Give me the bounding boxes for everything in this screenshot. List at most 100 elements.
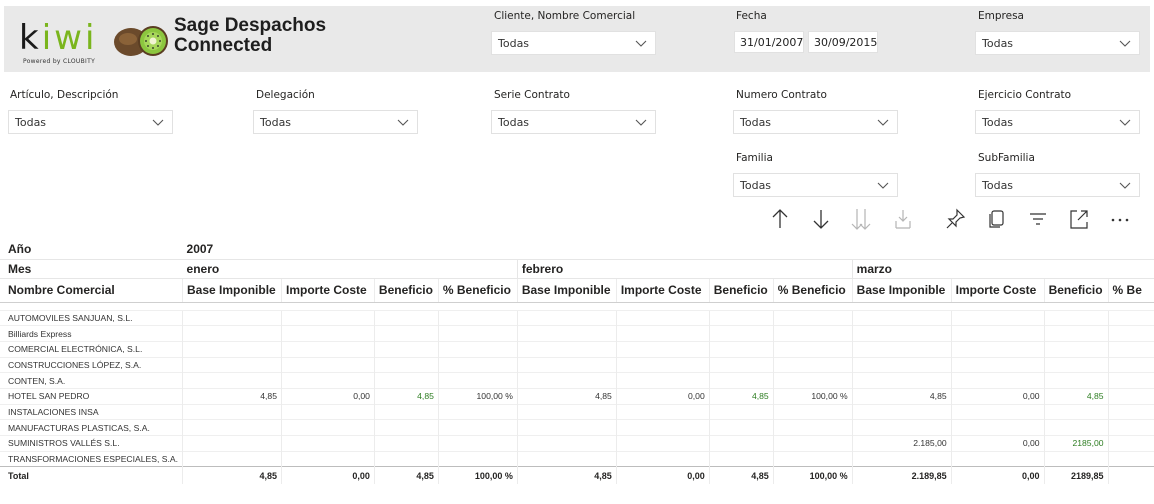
value-cell[interactable] (437, 450, 518, 467)
value-cell[interactable] (772, 325, 853, 342)
value-cell[interactable] (772, 450, 853, 467)
value-cell[interactable] (516, 403, 617, 420)
value-cell[interactable] (516, 325, 617, 342)
month-header-marzo[interactable]: marzo (851, 259, 1154, 279)
value-cell[interactable] (615, 372, 710, 389)
value-cell[interactable] (708, 356, 774, 373)
value-cell[interactable] (1107, 325, 1154, 342)
value-cell[interactable] (615, 419, 710, 436)
value-cell[interactable] (280, 403, 375, 420)
column-header-base-imponible[interactable]: Base Imponible (182, 278, 282, 303)
table-row[interactable]: COMERCIAL ELECTRÓNICA, S.L. (0, 340, 1154, 358)
value-cell[interactable] (851, 340, 952, 358)
value-cell[interactable] (516, 372, 617, 389)
row-name-cell[interactable]: CONSTRUCCIONES LÓPEZ, S.A. (0, 356, 183, 373)
value-cell[interactable] (437, 325, 518, 342)
value-cell[interactable] (708, 309, 774, 326)
value-cell[interactable] (1043, 325, 1109, 342)
value-cell[interactable] (373, 340, 439, 358)
table-row[interactable]: MANUFACTURAS PLASTICAS, S.A. (0, 419, 1154, 436)
value-cell[interactable] (437, 372, 518, 389)
value-cell[interactable] (280, 309, 375, 326)
value-cell[interactable] (851, 403, 952, 420)
value-cell[interactable] (182, 325, 282, 342)
month-header-enero[interactable]: enero (182, 259, 518, 279)
table-row[interactable]: CONSTRUCCIONES LÓPEZ, S.A. (0, 356, 1154, 373)
value-cell[interactable] (516, 419, 617, 436)
value-cell[interactable]: 100,00 % (772, 387, 853, 405)
value-cell[interactable] (373, 419, 439, 436)
value-cell[interactable] (1107, 419, 1154, 436)
value-cell[interactable] (280, 419, 375, 436)
column-header-importe-coste[interactable]: Importe Coste (615, 278, 710, 303)
value-cell[interactable] (280, 450, 375, 467)
row-name-cell[interactable]: HOTEL SAN PEDRO (0, 387, 183, 405)
value-cell[interactable] (182, 450, 282, 467)
value-cell[interactable] (1107, 450, 1154, 467)
row-name-cell[interactable]: Billiards Express (0, 325, 183, 342)
value-cell[interactable] (437, 356, 518, 373)
table-row[interactable]: INSTALACIONES INSA (0, 403, 1154, 420)
value-cell[interactable] (950, 325, 1045, 342)
value-cell[interactable] (851, 309, 952, 326)
serie-dropdown[interactable]: Todas (491, 110, 656, 134)
value-cell[interactable] (615, 325, 710, 342)
value-cell[interactable] (615, 450, 710, 467)
filter-icon[interactable] (1027, 207, 1049, 231)
familia-dropdown[interactable]: Todas (733, 173, 898, 197)
value-cell[interactable] (1043, 340, 1109, 358)
arrow-down-icon[interactable] (810, 207, 832, 231)
value-cell[interactable] (182, 356, 282, 373)
month-header-febrero[interactable]: febrero (516, 259, 853, 279)
value-cell[interactable] (615, 403, 710, 420)
value-cell[interactable] (708, 450, 774, 467)
value-cell[interactable] (851, 450, 952, 467)
table-row[interactable]: AUTOMOVILES SANJUAN, S.L. (0, 309, 1154, 326)
value-cell[interactable]: 2185,00 (1043, 435, 1109, 452)
value-cell[interactable] (280, 435, 375, 452)
value-cell[interactable] (615, 309, 710, 326)
value-cell[interactable]: 0,00 (615, 387, 710, 405)
value-cell[interactable] (772, 372, 853, 389)
value-cell[interactable] (182, 435, 282, 452)
value-cell[interactable] (437, 419, 518, 436)
value-cell[interactable]: 0,00 (950, 435, 1045, 452)
column-header-beneficio[interactable]: Beneficio (708, 278, 774, 303)
value-cell[interactable] (708, 340, 774, 358)
value-cell[interactable] (708, 325, 774, 342)
more-options-icon[interactable] (1109, 207, 1131, 231)
value-cell[interactable] (182, 419, 282, 436)
value-cell[interactable] (516, 309, 617, 326)
column-header-importe-coste[interactable]: Importe Coste (950, 278, 1045, 303)
table-row[interactable]: SUMINISTROS VALLÉS S.L. 2.185,00 0,00 2185,… (0, 435, 1154, 452)
value-cell[interactable] (1107, 340, 1154, 358)
column-header-pct-beneficio-partial[interactable]: % Be (1107, 278, 1154, 303)
value-cell[interactable] (950, 450, 1045, 467)
double-arrow-down-icon[interactable] (850, 207, 872, 231)
ejercicio-dropdown[interactable]: Todas (975, 110, 1140, 134)
value-cell[interactable]: 4,85 (373, 387, 439, 405)
value-cell[interactable]: 4,85 (516, 387, 617, 405)
value-cell[interactable] (950, 372, 1045, 389)
value-cell[interactable] (950, 356, 1045, 373)
cliente-dropdown[interactable]: Todas (491, 31, 656, 55)
value-cell[interactable] (1107, 309, 1154, 326)
value-cell[interactable] (1043, 450, 1109, 467)
value-cell[interactable] (1107, 372, 1154, 389)
value-cell[interactable] (280, 340, 375, 358)
sales-matrix[interactable]: Año 2007 Mes enero febrero marzo Nombre … (0, 240, 1154, 504)
value-cell[interactable] (1043, 356, 1109, 373)
copy-icon[interactable] (986, 207, 1008, 231)
value-cell[interactable] (708, 435, 774, 452)
value-cell[interactable] (182, 372, 282, 389)
value-cell[interactable] (708, 403, 774, 420)
pin-icon[interactable] (945, 207, 967, 231)
value-cell[interactable] (1107, 356, 1154, 373)
value-cell[interactable] (437, 340, 518, 358)
value-cell[interactable] (373, 309, 439, 326)
value-cell[interactable] (708, 419, 774, 436)
value-cell[interactable] (516, 435, 617, 452)
value-cell[interactable] (851, 356, 952, 373)
value-cell[interactable] (950, 419, 1045, 436)
value-cell[interactable]: 0,00 (950, 387, 1045, 405)
